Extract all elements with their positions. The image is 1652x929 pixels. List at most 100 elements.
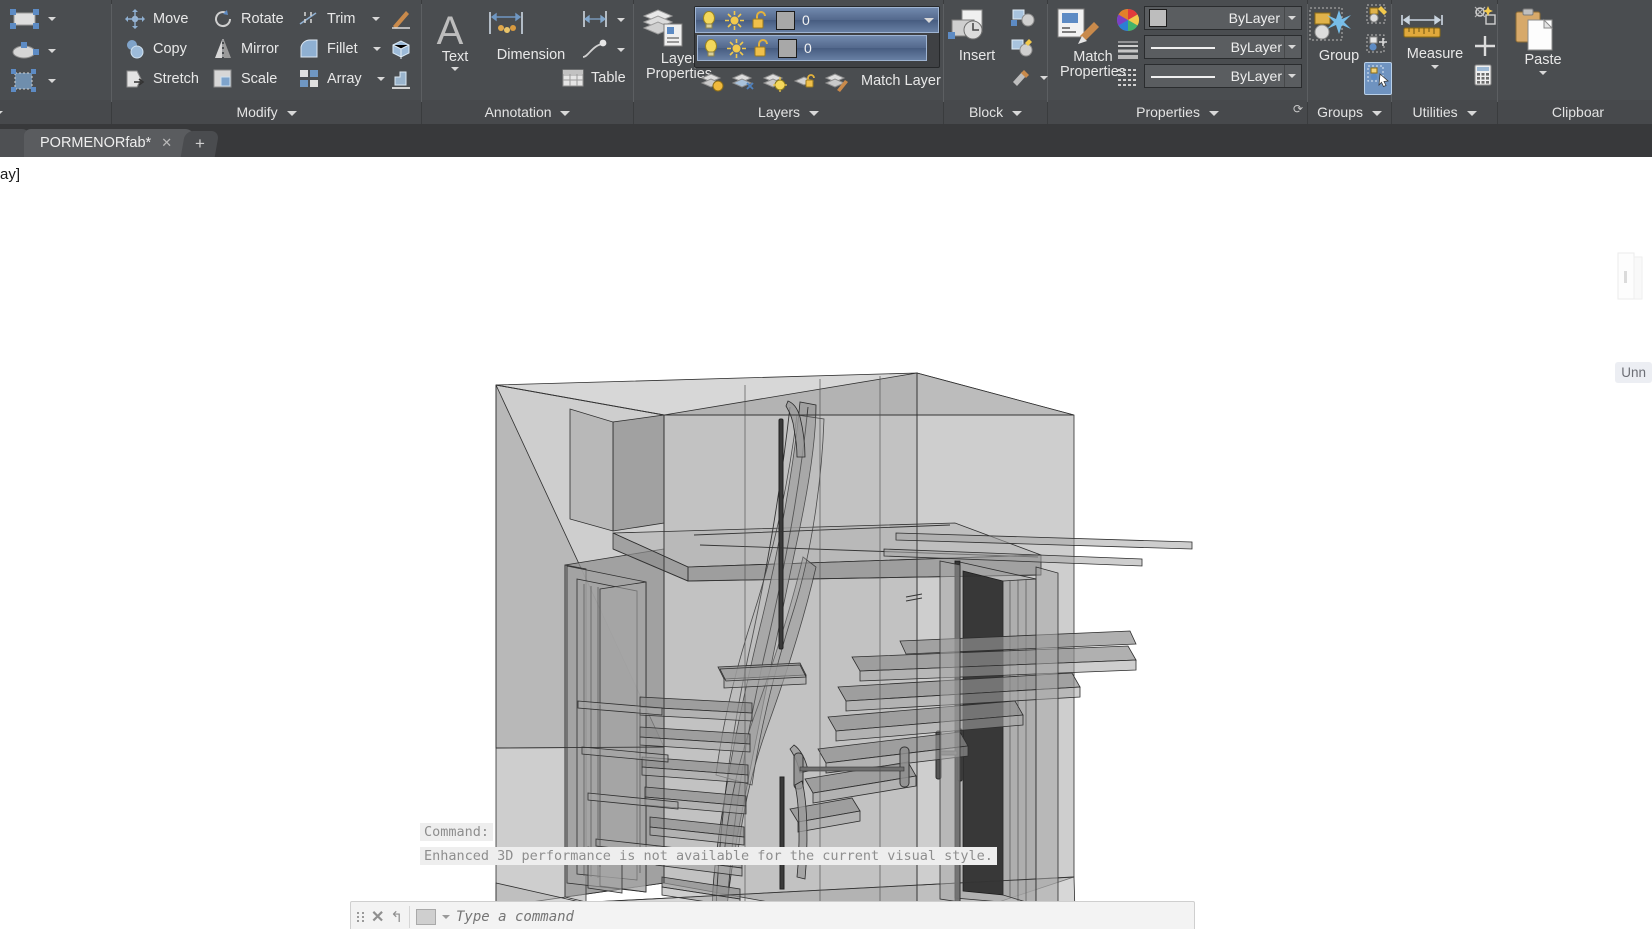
document-tab-pormenorfab[interactable]: PORMENORfab* ✕ <box>24 129 186 157</box>
explode-button[interactable] <box>390 68 412 95</box>
ribbon-panel-modify-label[interactable]: Modify <box>112 100 421 124</box>
annotation-panel-expand-icon[interactable] <box>560 110 571 116</box>
arc-tool[interactable]: Arc <box>0 8 4 73</box>
object-color-combo[interactable]: ByLayer <box>1144 6 1302 30</box>
layers-panel-expand-icon[interactable] <box>808 110 819 116</box>
linetype-combo[interactable]: ByLayer <box>1144 64 1302 88</box>
define-attribute-dropdown-icon[interactable] <box>1040 76 1048 80</box>
ellipse-dropdown-icon[interactable] <box>48 49 56 53</box>
sun-thaw-icon[interactable] <box>727 38 746 58</box>
linetype-dropdown-icon[interactable] <box>1284 65 1299 87</box>
ribbon-panel-groups-label[interactable]: Groups <box>1308 100 1391 124</box>
copy-button[interactable]: Copy <box>124 38 187 60</box>
trim-button[interactable]: Trim <box>298 8 381 30</box>
ribbon-panel-utilities-label[interactable]: Utilities <box>1392 100 1497 124</box>
measure-dropdown-icon[interactable] <box>1431 65 1439 69</box>
match-layer-button[interactable]: Match Layer <box>861 73 941 89</box>
lineweight-combo[interactable]: ByLayer <box>1144 35 1302 59</box>
scale-button[interactable]: Scale <box>212 68 277 90</box>
unlock-icon[interactable] <box>751 10 769 30</box>
fillet-button[interactable]: Fillet <box>298 38 381 60</box>
table-button[interactable]: Table <box>562 68 626 88</box>
color-wheel-icon[interactable] <box>1116 8 1140 32</box>
properties-panel-expand-icon[interactable] <box>1208 110 1219 116</box>
paste-button[interactable]: Paste <box>1512 8 1574 75</box>
group-button[interactable]: Group <box>1308 6 1370 64</box>
array-button[interactable]: Array <box>298 68 385 90</box>
ungroup-button[interactable] <box>1366 4 1390 33</box>
rectangle-dropdown-icon[interactable] <box>48 17 56 21</box>
object-color-dropdown-icon[interactable] <box>1284 7 1299 29</box>
ribbon-panel-annotation-label[interactable]: Annotation <box>422 100 633 124</box>
measure-button[interactable]: Measure <box>1396 10 1474 69</box>
properties-dialog-launcher[interactable]: ⟳ <box>1293 97 1303 121</box>
lightbulb-on-icon[interactable] <box>702 38 720 58</box>
unlock-icon[interactable] <box>753 38 771 58</box>
lineweight-dropdown-icon[interactable] <box>1284 36 1299 58</box>
fillet-dropdown-icon[interactable] <box>372 47 381 51</box>
new-tab-button[interactable]: + <box>180 131 220 157</box>
layer-change-icon[interactable] <box>824 70 849 92</box>
layer-color-swatch[interactable] <box>776 10 795 30</box>
rotate-button[interactable]: Rotate <box>212 8 284 30</box>
layer-freeze-icon[interactable] <box>731 70 756 92</box>
edit-polyline-button[interactable] <box>390 8 412 35</box>
edit-attribute-button[interactable] <box>1010 36 1036 65</box>
ribbon-panel-layers-label[interactable]: Layers <box>634 100 943 124</box>
layer-off-icon[interactable] <box>762 70 787 92</box>
layer-list-item-0[interactable]: 0 <box>697 35 927 61</box>
move-button[interactable]: Move <box>124 8 188 30</box>
lineweight-icon[interactable] <box>1116 38 1140 60</box>
layer-unlock-icon[interactable] <box>793 70 818 92</box>
linetype-icon[interactable] <box>1116 66 1140 88</box>
ribbon-panel-draw-label[interactable] <box>0 100 111 124</box>
rectangle-tool[interactable] <box>8 6 42 37</box>
ribbon-panel-properties-label[interactable]: Properties ⟳ <box>1048 100 1307 124</box>
drawing-area[interactable]: ay] .f { fill:#9c9c9c; fill-opacity:0.62… <box>0 157 1652 929</box>
viewcube[interactable] <box>1612 247 1652 317</box>
command-input-bar[interactable]: ✕ ↰ <box>350 901 1195 929</box>
layer-control-selected[interactable]: 0 <box>695 7 939 33</box>
recent-commands-icon[interactable]: ↰ <box>390 908 403 926</box>
layer-isolate-icon[interactable] <box>700 70 725 92</box>
dimension-button[interactable]: Dimension <box>484 8 578 63</box>
leader-button[interactable] <box>580 38 610 65</box>
array-dropdown-icon[interactable] <box>376 77 385 81</box>
block-panel-expand-icon[interactable] <box>1012 110 1023 116</box>
groups-panel-expand-icon[interactable] <box>1371 110 1382 116</box>
modify-panel-expand-icon[interactable] <box>286 110 297 116</box>
define-attribute-button[interactable] <box>1010 66 1036 95</box>
text-dropdown-icon[interactable] <box>451 67 459 71</box>
stretch-button[interactable]: Stretch <box>124 68 199 90</box>
point-style-button[interactable] <box>1472 34 1498 63</box>
paste-dropdown-icon[interactable] <box>1539 71 1547 75</box>
chevron-down-icon[interactable] <box>441 915 450 919</box>
lightbulb-on-icon[interactable] <box>700 10 718 30</box>
layer-control-combo[interactable]: 0 0 <box>694 6 940 68</box>
command-input[interactable] <box>455 909 1188 925</box>
drag-grip-icon[interactable] <box>357 908 365 926</box>
view-name-label[interactable]: Unn <box>1615 362 1652 383</box>
ribbon-panel-clipboard-label[interactable]: Clipboar <box>1498 100 1652 124</box>
sun-thaw-icon[interactable] <box>725 10 744 30</box>
mirror-button[interactable]: Mirror <box>212 38 279 60</box>
leader-dropdown-icon[interactable] <box>617 48 625 52</box>
create-block-button[interactable] <box>1010 6 1036 35</box>
group-edit-button[interactable] <box>1366 34 1390 63</box>
close-icon[interactable]: ✕ <box>371 907 384 927</box>
solid-edit-button[interactable] <box>390 38 412 65</box>
group-selection-toggle[interactable] <box>1364 62 1392 95</box>
ellipse-tool[interactable] <box>8 38 42 69</box>
utilities-panel-expand-icon[interactable] <box>1466 110 1477 116</box>
quick-select-button[interactable] <box>1472 4 1498 33</box>
ribbon-panel-block-label[interactable]: Block <box>944 100 1047 124</box>
command-prompt-icon[interactable] <box>415 909 436 925</box>
hatch-tool[interactable] <box>8 68 42 99</box>
close-icon[interactable]: ✕ <box>161 135 172 151</box>
draw-panel-expand-icon[interactable] <box>0 110 3 116</box>
layer-combo-dropdown-icon[interactable] <box>924 17 934 23</box>
calculator-button[interactable] <box>1472 64 1494 91</box>
trim-dropdown-icon[interactable] <box>372 17 381 21</box>
dimension-style-dropdown-icon[interactable] <box>617 18 625 22</box>
layer-color-swatch[interactable] <box>778 38 797 58</box>
